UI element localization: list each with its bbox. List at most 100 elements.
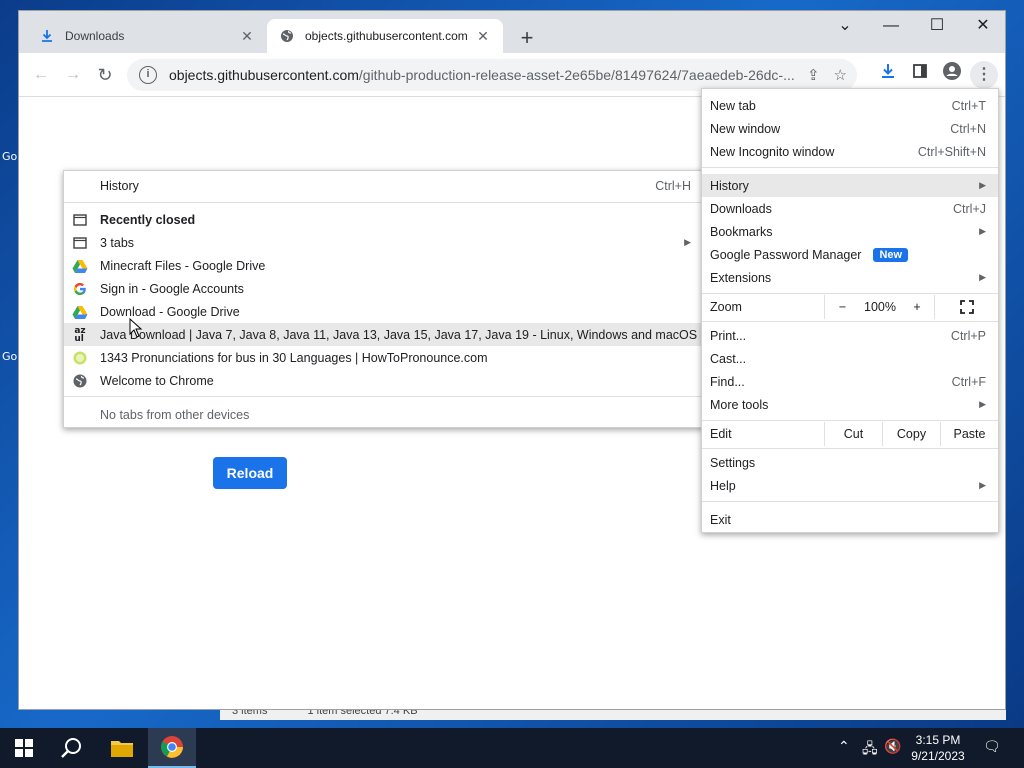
clock-time: 3:15 PM [915,733,961,747]
menu-separator [702,167,998,168]
omnibox-actions: ⇪ ☆ [807,66,857,84]
recently-closed-header: Recently closed [64,208,703,231]
window-icon [72,212,88,228]
footer-label: No tabs from other devices [100,407,250,422]
menu-item-edit: Edit Cut Copy Paste [702,422,998,446]
back-button[interactable]: ← [27,61,55,89]
menu-item-label: History [710,178,749,193]
menu-item-exit[interactable]: Exit [702,508,998,531]
history-item-3-tabs[interactable]: 3 tabs ▶ [64,231,703,254]
menu-item-new-window[interactable]: New window Ctrl+N [702,117,998,140]
start-button[interactable] [0,728,48,768]
copy-button[interactable]: Copy [882,422,940,446]
maximize-button[interactable]: ☐ [914,11,960,43]
zoom-out-button[interactable]: − [824,295,860,319]
menu-item-downloads[interactable]: Downloads Ctrl+J [702,197,998,220]
show-hidden-icons-icon[interactable]: ⌃ [838,738,850,755]
history-item-label: Java Download | Java 7, Java 8, Java 11,… [100,327,698,342]
mouse-cursor-icon [129,318,143,338]
close-window-button[interactable]: ✕ [960,11,1006,43]
menu-item-help[interactable]: Help ▶ [702,474,998,497]
history-item[interactable]: Welcome to Chrome [64,369,703,392]
bookmark-star-icon[interactable]: ☆ [834,66,847,84]
menu-item-label: Downloads [710,201,772,216]
submenu-arrow-icon: ▶ [979,480,986,490]
side-panel-button[interactable] [906,61,934,89]
desktop-icon-label[interactable]: Go [2,150,17,163]
menu-shortcut: Ctrl+Shift+N [917,144,986,159]
submenu-arrow-icon: ▶ [684,237,691,247]
share-icon[interactable]: ⇪ [807,66,820,84]
recently-closed-label: Recently closed [100,212,196,227]
menu-item-label: New tab [710,98,756,113]
search-button[interactable] [48,728,96,768]
address-bar[interactable]: i objects.githubusercontent.com/github-p… [127,59,857,91]
menu-item-new-incognito[interactable]: New Incognito window Ctrl+Shift+N [702,140,998,163]
notifications-icon[interactable]: 🗨 [983,738,1001,755]
taskbar-file-explorer[interactable] [98,728,146,768]
downloads-button[interactable] [874,61,902,89]
cut-button[interactable]: Cut [824,422,882,446]
tab-objects-githubusercontent[interactable]: objects.githubusercontent.com ✕ [267,19,503,53]
paste-button[interactable]: Paste [940,422,998,446]
menu-separator [64,396,703,397]
chrome-menu-button[interactable]: ⋮ [970,61,998,89]
submenu-arrow-icon: ▶ [979,180,986,190]
windows-logo-icon [15,739,33,757]
menu-item-cast[interactable]: Cast... [702,347,998,370]
history-item[interactable]: Minecraft Files - Google Drive [64,254,703,277]
globe-icon [279,28,295,44]
menu-item-settings[interactable]: Settings [702,451,998,474]
history-item[interactable]: Sign in - Google Accounts [64,277,703,300]
menu-item-password-manager[interactable]: Google Password Manager New [702,243,998,266]
fullscreen-button[interactable] [934,295,998,319]
history-item-label: 3 tabs [100,235,135,250]
desktop-icon-label[interactable]: Go [2,350,17,363]
history-item[interactable]: Download - Google Drive [64,300,703,323]
url-text[interactable]: objects.githubusercontent.com/github-pro… [169,67,807,83]
url-path: /github-production-release-asset-2e65be/… [358,67,795,83]
menu-shortcut: Ctrl+J [953,201,986,216]
zoom-level: 100% [864,300,896,314]
menu-item-label: Google Password Manager [710,247,862,262]
side-panel-icon [913,64,927,78]
menu-separator [702,420,998,421]
history-item[interactable]: 1343 Pronunciations for bus in 30 Langua… [64,346,703,369]
new-tab-button[interactable]: + [513,25,541,53]
menu-item-bookmarks[interactable]: Bookmarks ▶ [702,220,998,243]
profile-button[interactable] [938,61,966,89]
history-menu-item[interactable]: History Ctrl+H [64,174,703,197]
close-tab-icon[interactable]: ✕ [239,28,255,44]
network-icon[interactable]: 🖧 [862,738,878,762]
site-info-icon[interactable]: i [139,66,157,84]
system-clock[interactable]: 3:15 PM 9/21/2023 [906,732,970,764]
menu-item-new-tab[interactable]: New tab Ctrl+T [702,94,998,117]
windows-taskbar: ⌃ 🖧 🔇 3:15 PM 9/21/2023 🗨 [0,728,1024,768]
menu-item-print[interactable]: Print... Ctrl+P [702,324,998,347]
close-tab-icon[interactable]: ✕ [475,28,491,44]
zoom-in-button[interactable]: + [900,295,934,319]
history-item-label: Welcome to Chrome [100,373,214,388]
tab-downloads[interactable]: Downloads ✕ [27,19,267,53]
menu-item-extensions[interactable]: Extensions ▶ [702,266,998,289]
taskbar-chrome[interactable] [148,728,196,768]
volume-muted-icon[interactable]: 🔇 [884,738,901,755]
menu-item-find[interactable]: Find... Ctrl+F [702,370,998,393]
download-icon [882,64,894,78]
folder-icon [111,741,133,757]
back-arrow-icon: ← [33,66,49,83]
submenu-arrow-icon: ▶ [979,226,986,236]
reload-button[interactable]: ↻ [91,61,119,89]
history-item-label: Minecraft Files - Google Drive [100,258,266,273]
history-submenu: History Ctrl+H Recently closed 3 tabs ▶ … [63,170,704,428]
azul-icon: az ul [74,325,86,344]
forward-button[interactable]: → [59,61,87,89]
tab-search-button[interactable]: ⌄ [822,11,868,43]
minimize-button[interactable]: — [868,11,914,43]
menu-item-label: New Incognito window [710,144,835,159]
history-item-java-download[interactable]: az ul Java Download | Java 7, Java 8, Jav… [64,323,703,346]
menu-item-zoom: Zoom − 100% + [702,295,998,319]
menu-item-more-tools[interactable]: More tools ▶ [702,393,998,416]
page-reload-button[interactable]: Reload [213,457,287,489]
menu-item-history[interactable]: History ▶ [702,174,998,197]
